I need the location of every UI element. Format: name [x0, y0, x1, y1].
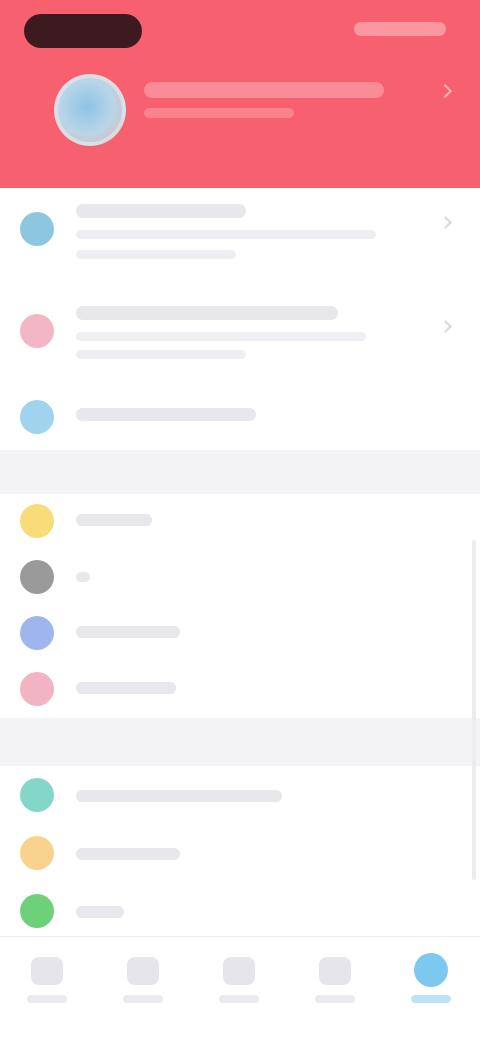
- tab-discover[interactable]: [108, 951, 178, 1021]
- tab-home[interactable]: [12, 951, 82, 1021]
- tab-add[interactable]: [204, 951, 274, 1021]
- menu-item-share[interactable]: [0, 882, 480, 936]
- add-icon: [223, 957, 255, 985]
- menu-item-notifications[interactable]: [0, 662, 480, 718]
- menu-item-messages[interactable]: [0, 384, 480, 450]
- menu-section-1: [0, 188, 480, 450]
- tab-label: [27, 995, 67, 1003]
- info-icon: [20, 836, 54, 870]
- menu-item-title: [76, 408, 256, 421]
- home-icon: [31, 957, 63, 985]
- menu-item-description: [76, 230, 376, 239]
- star-icon: [20, 504, 54, 538]
- menu-item-description: [76, 332, 366, 341]
- heart-icon: [20, 314, 54, 348]
- discover-icon: [127, 957, 159, 985]
- bell-icon: [20, 672, 54, 706]
- profile-header: [0, 0, 480, 188]
- menu-item-wallet[interactable]: [0, 188, 480, 284]
- chevron-right-icon: [439, 320, 452, 333]
- bottom-tab-bar: [0, 936, 480, 1040]
- menu-item-title: [76, 626, 180, 638]
- message-icon: [319, 957, 351, 985]
- profile-name[interactable]: [144, 82, 384, 98]
- shield-icon: [20, 616, 54, 650]
- tab-label: [315, 995, 355, 1003]
- tab-label: [123, 995, 163, 1003]
- gear-icon: [20, 560, 54, 594]
- menu-item-title: [76, 790, 282, 802]
- chat-icon: [20, 400, 54, 434]
- tab-label: [411, 995, 451, 1003]
- menu-item-favorites[interactable]: [0, 288, 480, 380]
- menu-item-description: [76, 250, 236, 259]
- share-icon: [20, 894, 54, 928]
- profile-icon: [414, 953, 448, 987]
- status-bar-indicators: [354, 22, 446, 36]
- menu-item-title: [76, 572, 90, 582]
- menu-item-description: [76, 350, 246, 359]
- menu-item-title: [76, 848, 180, 860]
- menu-section-3: [0, 766, 480, 936]
- menu-item-star[interactable]: [0, 494, 480, 550]
- wallet-icon: [20, 212, 54, 246]
- help-icon: [20, 778, 54, 812]
- user-avatar-icon[interactable]: [54, 74, 126, 146]
- menu-section-2: [0, 494, 480, 718]
- tab-messages[interactable]: [300, 951, 370, 1021]
- tab-label: [219, 995, 259, 1003]
- menu-item-title: [76, 514, 152, 526]
- tab-profile[interactable]: [396, 951, 466, 1021]
- menu-item-title: [76, 306, 338, 320]
- menu-item-title: [76, 906, 124, 918]
- menu-item-settings[interactable]: [0, 550, 480, 606]
- chevron-right-icon: [439, 216, 452, 229]
- menu-item-about[interactable]: [0, 824, 480, 882]
- profile-subtitle: [144, 108, 294, 118]
- status-bar-pill: [24, 14, 142, 48]
- scrollbar[interactable]: [472, 540, 476, 880]
- menu-item-title: [76, 204, 246, 218]
- menu-item-security[interactable]: [0, 606, 480, 662]
- chevron-right-icon[interactable]: [437, 83, 453, 99]
- menu-item-title: [76, 682, 176, 694]
- menu-item-help[interactable]: [0, 766, 480, 824]
